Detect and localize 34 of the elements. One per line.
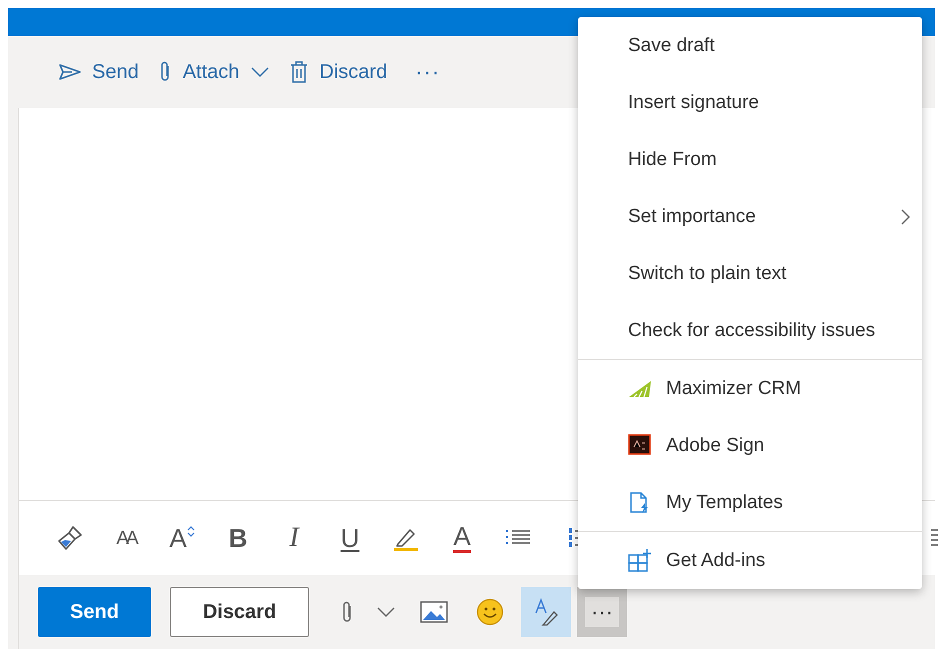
send-icon (58, 63, 82, 81)
smiley-icon (476, 598, 504, 626)
up-down-arrows-icon (186, 525, 195, 537)
document-sign-icon (628, 434, 652, 458)
menu-item[interactable]: My Templates (578, 474, 922, 531)
grow-font-button[interactable]: A (161, 518, 203, 558)
menu-item[interactable]: Save draft (578, 17, 922, 74)
italic-button[interactable]: I (273, 518, 315, 558)
chevron-down-icon (377, 606, 395, 618)
discard-button[interactable]: Discard (283, 56, 394, 88)
menu-item[interactable]: Hide From (578, 131, 922, 188)
menu-item[interactable]: Switch to plain text (578, 245, 922, 302)
image-icon (420, 601, 448, 623)
menu-item[interactable]: Adobe Sign (578, 417, 922, 474)
font-size-button[interactable]: AA (105, 518, 147, 558)
bold-button[interactable]: B (217, 518, 259, 558)
menu-item[interactable]: Check for accessibility issues (578, 302, 922, 359)
more-options-button[interactable]: ··· (577, 587, 627, 637)
menu-item[interactable]: Maximizer CRM (578, 360, 922, 417)
pen-letter-icon (534, 598, 558, 626)
font-color-button[interactable]: A (441, 518, 483, 558)
numbered-list-icon (568, 527, 580, 549)
add-grid-icon (628, 548, 652, 572)
more-button[interactable]: ··· (409, 55, 446, 89)
discard-button[interactable]: Discard (170, 587, 309, 637)
underline-button[interactable]: U (329, 518, 371, 558)
send-button[interactable]: Send (38, 587, 151, 637)
menu-item[interactable]: Get Add-ins (578, 532, 922, 589)
menu-item[interactable]: Set importance (578, 188, 922, 245)
send-button[interactable]: Send (52, 56, 145, 88)
menu-item[interactable]: Insert signature (578, 74, 922, 131)
editor-button[interactable] (521, 587, 571, 637)
attach-button[interactable]: Attach (152, 56, 276, 88)
trash-icon (289, 60, 310, 84)
